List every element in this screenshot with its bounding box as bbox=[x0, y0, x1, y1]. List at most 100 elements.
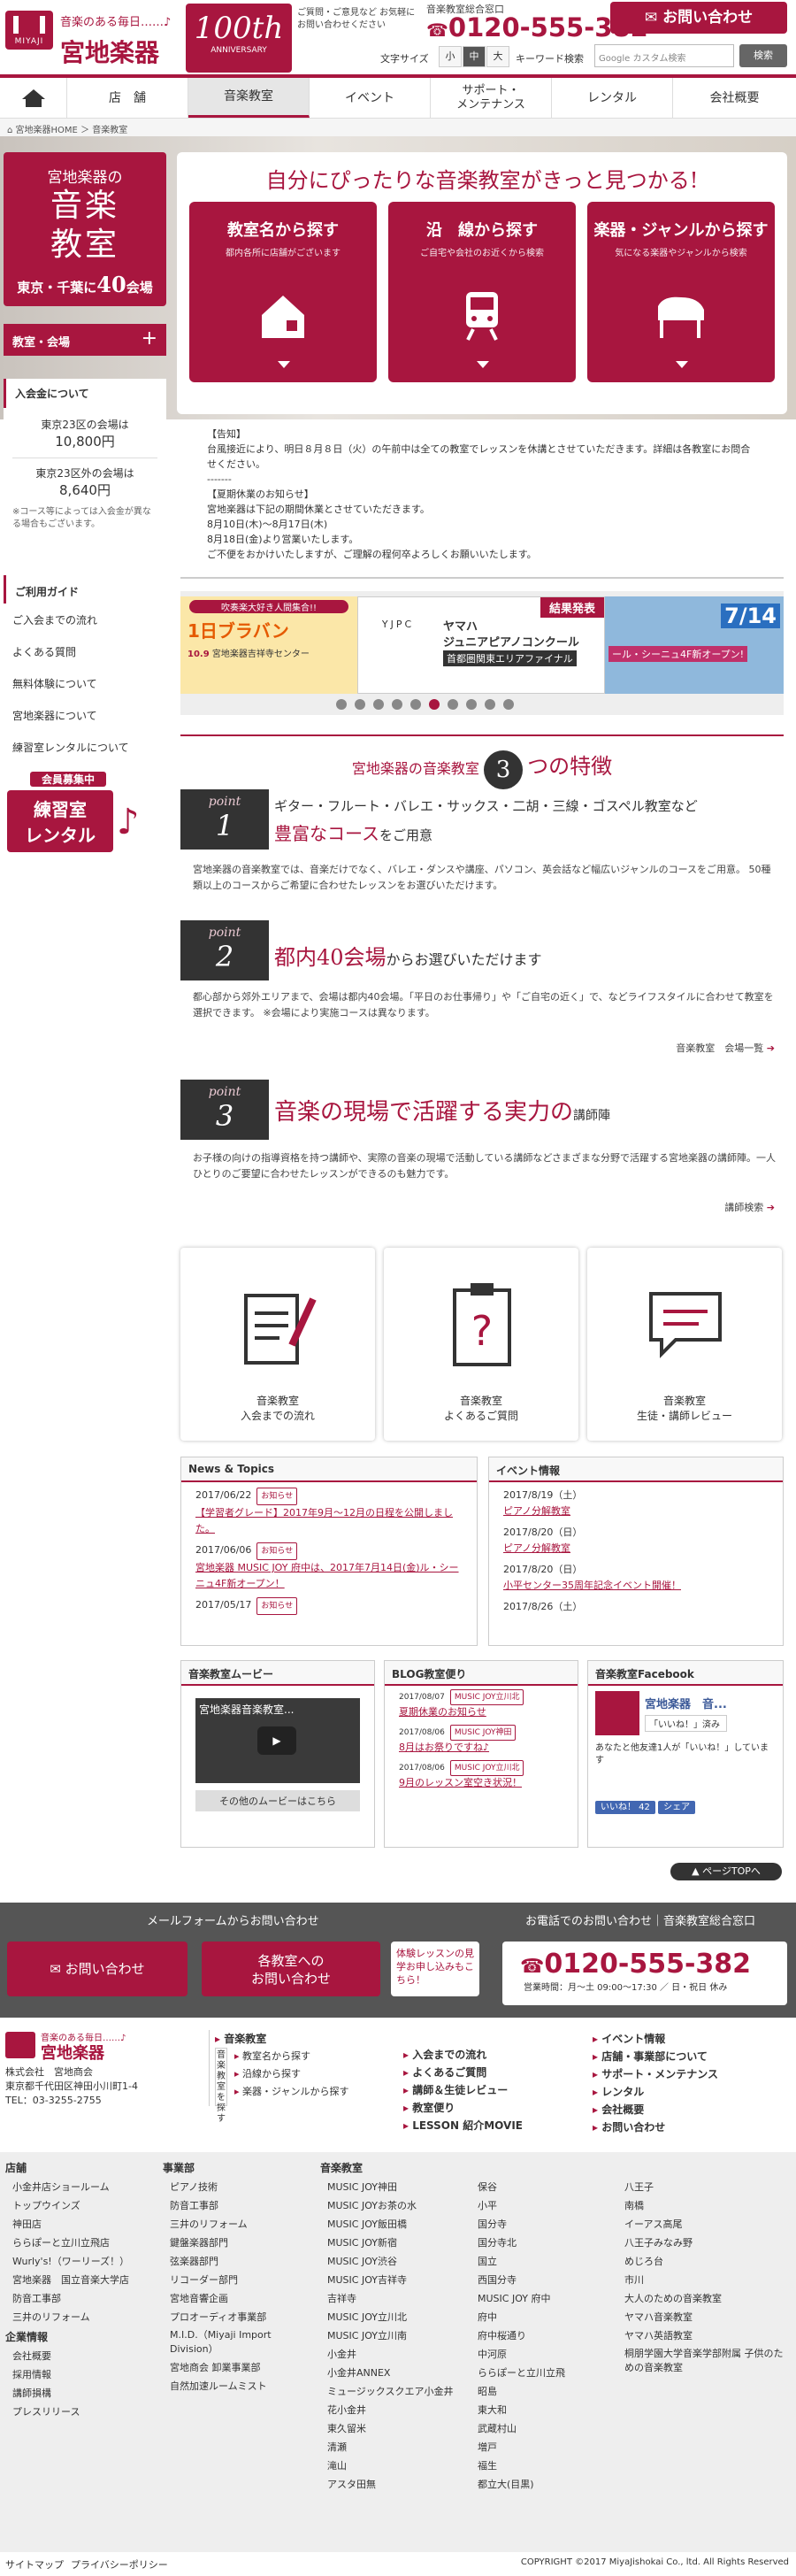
arrow-circle-icon: ➔ bbox=[763, 1042, 775, 1054]
video-player[interactable]: 宮地楽器音楽教室... ▶ bbox=[195, 1698, 360, 1783]
carousel-dot[interactable] bbox=[503, 699, 514, 710]
sidebar-hero: 宮地楽器の 音楽 教室 東京・千葉に40会場 bbox=[4, 152, 166, 306]
carousel-dot-active[interactable] bbox=[429, 699, 440, 710]
fontsize-large-button[interactable]: 大 bbox=[486, 46, 509, 67]
header-contact-button[interactable]: ✉ お問い合わせ bbox=[610, 2, 787, 34]
fontsize-mid-button[interactable]: 中 bbox=[463, 46, 486, 67]
carousel-dot[interactable] bbox=[485, 699, 495, 710]
footer-bottom: サイトマップ プライバシーポリシー COPYRIGHT ©2017 MiyaJi… bbox=[0, 2552, 796, 2576]
carousel-dot[interactable] bbox=[392, 699, 402, 710]
music-note-icon: ♪ bbox=[117, 802, 140, 842]
point-3-badge: point 3 bbox=[180, 1080, 269, 1140]
nav-home-icon[interactable] bbox=[0, 78, 67, 118]
nav-item-events[interactable]: イベント bbox=[310, 78, 431, 118]
trial-lesson-note[interactable]: 体験レッスンの見学お申し込みもこちら！ bbox=[391, 1942, 479, 1996]
home-icon: ⌂ bbox=[7, 126, 16, 135]
rental-banner[interactable]: 会員募集中 練習室 レンタル ♪ bbox=[4, 766, 166, 876]
teacher-search-link[interactable]: 講師検索 ➔ bbox=[619, 1200, 775, 1214]
search-by-line-card[interactable]: 沿 線から探す ご自宅や会社のお近くから検索 bbox=[388, 202, 576, 382]
nav-item-school[interactable]: 音楽教室 bbox=[188, 78, 310, 118]
nav-item-stores[interactable]: 店 舗 bbox=[67, 78, 188, 118]
banner-brassband[interactable]: 吹奏楽大好き人間集合!! 1日ブラバン 10.9 宮地楽器吉祥寺センター bbox=[180, 596, 357, 694]
sidebar-school-toggle[interactable]: 教室・会場 + bbox=[4, 324, 166, 356]
privacy-link[interactable]: プライバシーポリシー bbox=[71, 2557, 168, 2572]
fb-share-button[interactable]: シェア bbox=[658, 1801, 696, 1814]
facebook-box: 音楽教室Facebook 宮地楽器 音... 「いいね！」済み あなたと他友達1人… bbox=[587, 1660, 784, 1848]
carousel-dots bbox=[336, 699, 522, 712]
venue-list-link[interactable]: 音楽教室 会場一覧 ➔ bbox=[619, 1041, 775, 1055]
event-link[interactable]: ピアノ分解教室 bbox=[503, 1541, 769, 1557]
keyword-label: キーワード検索 bbox=[516, 53, 584, 65]
guide-item-flow[interactable]: ご入会までの流れ bbox=[4, 604, 166, 637]
event-link[interactable]: 小平センター35周年記念イベント開催！ bbox=[503, 1578, 769, 1594]
guide-item-trial[interactable]: 無料体験について bbox=[4, 667, 166, 701]
site-header: MIYAJI 音楽のある毎日……♪ 宮地楽器 100th ANNIVERSARY… bbox=[0, 0, 796, 74]
news-link[interactable]: 【学習者グレード】2017年9月～12月の日程を公開しました。 bbox=[195, 1505, 463, 1537]
search-by-school-card[interactable]: 教室名から探す 都内各所に店舗がございます bbox=[189, 202, 377, 382]
fb-like-button[interactable]: いいね！ 42 bbox=[595, 1801, 655, 1814]
banner-musicjoy[interactable]: 7/14 ール・シーニュ4F新オープン! bbox=[605, 596, 784, 694]
search-button[interactable]: 検索 bbox=[739, 44, 787, 67]
guide-item-faq[interactable]: よくある質問 bbox=[4, 635, 166, 669]
nav-item-company[interactable]: 会社概要 bbox=[673, 78, 796, 118]
page-top-button[interactable]: ▲ ページTOPへ bbox=[670, 1863, 782, 1880]
school-contact-button[interactable]: 各教室への お問い合わせ bbox=[202, 1942, 380, 1996]
news-link[interactable]: 宮地楽器 MUSIC JOY 府中は、2017年7月14日(金)ル・シーニュ4F… bbox=[195, 1560, 463, 1592]
fontsize-small-button[interactable]: 小 bbox=[439, 46, 462, 67]
nav-item-support[interactable]: サポート・ メンテナンス bbox=[431, 78, 552, 118]
phone-icon: ☎ bbox=[520, 1956, 545, 1978]
events-title: イベント情報 bbox=[489, 1457, 783, 1482]
fb-liked-button[interactable]: 「いいね！」済み bbox=[645, 1715, 727, 1732]
mail-icon: ✉ bbox=[644, 9, 663, 27]
carousel-dot[interactable] bbox=[355, 699, 365, 710]
brand-name[interactable]: 宮地楽器 bbox=[60, 34, 159, 69]
carousel-dot[interactable] bbox=[466, 699, 477, 710]
faq-card[interactable]: ? 音楽教室 よくあるご質問 bbox=[384, 1248, 578, 1441]
review-card[interactable]: 音楽教室 生徒・講師レビュー bbox=[587, 1248, 782, 1441]
carousel-dot[interactable] bbox=[448, 699, 458, 710]
chevron-down-icon bbox=[676, 361, 688, 368]
search-input[interactable]: Google カスタム検索 bbox=[594, 44, 734, 67]
chevron-down-icon bbox=[477, 361, 489, 368]
events-box: イベント情報 2017/8/19（土） ピアノ分解教室 2017/8/20（日）… bbox=[488, 1457, 784, 1646]
point-3-title: 音楽の現場で活躍する実力の講師陣 bbox=[274, 1099, 611, 1126]
more-movies-button[interactable]: その他のムービーはこちら bbox=[195, 1790, 360, 1811]
event-link[interactable]: ピアノ分解教室 bbox=[503, 1503, 769, 1519]
search-by-instrument-card[interactable]: 楽器・ジャンルから探す 気になる楽器やジャンルから検索 bbox=[587, 202, 775, 382]
sitemap-link[interactable]: サイトマップ bbox=[5, 2557, 64, 2572]
hero-title: 自分にぴったりな音楽教室がきっと見つかる! bbox=[265, 168, 699, 193]
features-title: 宮地楽器の音楽教室 3 つの特徴 bbox=[180, 734, 784, 789]
tagline: 音楽のある毎日……♪ bbox=[60, 16, 172, 29]
point-2-badge: point 2 bbox=[180, 920, 269, 980]
flow-card[interactable]: 音楽教室 入会までの流れ bbox=[180, 1248, 375, 1441]
movie-box: 音楽教室ムービー 宮地楽器音楽教室... ▶ その他のムービーはこちら bbox=[180, 1660, 375, 1848]
plus-icon: + bbox=[141, 327, 157, 350]
mail-icon: ✉ bbox=[50, 1961, 65, 1977]
breadcrumb: ⌂ 宮地楽器HOME ＞ 音楽教室 bbox=[0, 119, 796, 136]
carousel-dot[interactable] bbox=[373, 699, 384, 710]
notice-box: 【告知】 台風接近により、明日８月８日（火）の午前中は全ての教室でレッスンを休講… bbox=[180, 419, 784, 579]
blog-box: BLOG教室便り 2017/08/07 MUSIC JOY立川北 夏期休業のお知ら… bbox=[384, 1660, 578, 1848]
point-3-body: お子様の向けの指導資格を持つ講師や、実際の音楽の現場で活動している講師などさまざ… bbox=[193, 1152, 777, 1180]
carousel-dot[interactable] bbox=[336, 699, 347, 710]
footer-logo-icon bbox=[5, 2032, 35, 2058]
blog-link[interactable]: 夏期休業のお知らせ bbox=[399, 1705, 563, 1719]
house-icon bbox=[262, 296, 304, 338]
guide-item-about[interactable]: 宮地楽器について bbox=[4, 699, 166, 733]
carousel-dot[interactable] bbox=[410, 699, 421, 710]
copyright: COPYRIGHT ©2017 MiyaJishokai Co., ltd. A… bbox=[520, 2557, 789, 2567]
point-1-badge: point 1 bbox=[180, 789, 269, 850]
arrow-circle-icon: ➔ bbox=[763, 1202, 775, 1213]
contact-button[interactable]: ✉ お問い合わせ bbox=[7, 1942, 188, 1996]
blog-link[interactable]: 9月のレッスン室空き状況！ bbox=[399, 1776, 563, 1790]
banner-yjpc[interactable]: YJPC ヤマハ ジュニアピアノコンクール 首都圏関東エリアファイナル 結果発表 bbox=[357, 596, 605, 694]
global-nav: 店 舗 音楽教室 イベント サポート・ メンテナンス レンタル 会社概要 bbox=[0, 78, 796, 119]
play-icon[interactable]: ▶ bbox=[257, 1726, 296, 1755]
support-text: ご質問・ご意見など お気軽にお問い合わせください bbox=[297, 8, 416, 30]
breadcrumb-home[interactable]: 宮地楽器HOME bbox=[16, 126, 78, 135]
blog-link[interactable]: 8月はお祭りですね♪ bbox=[399, 1741, 563, 1755]
speech-bubble-icon bbox=[649, 1292, 722, 1358]
logo-icon[interactable]: MIYAJI bbox=[5, 11, 53, 50]
nav-item-rental[interactable]: レンタル bbox=[552, 78, 673, 118]
fee-panel: 入会金について 東京23区の会場は 10,800円 東京23区外の会場は 8,6… bbox=[4, 379, 166, 575]
